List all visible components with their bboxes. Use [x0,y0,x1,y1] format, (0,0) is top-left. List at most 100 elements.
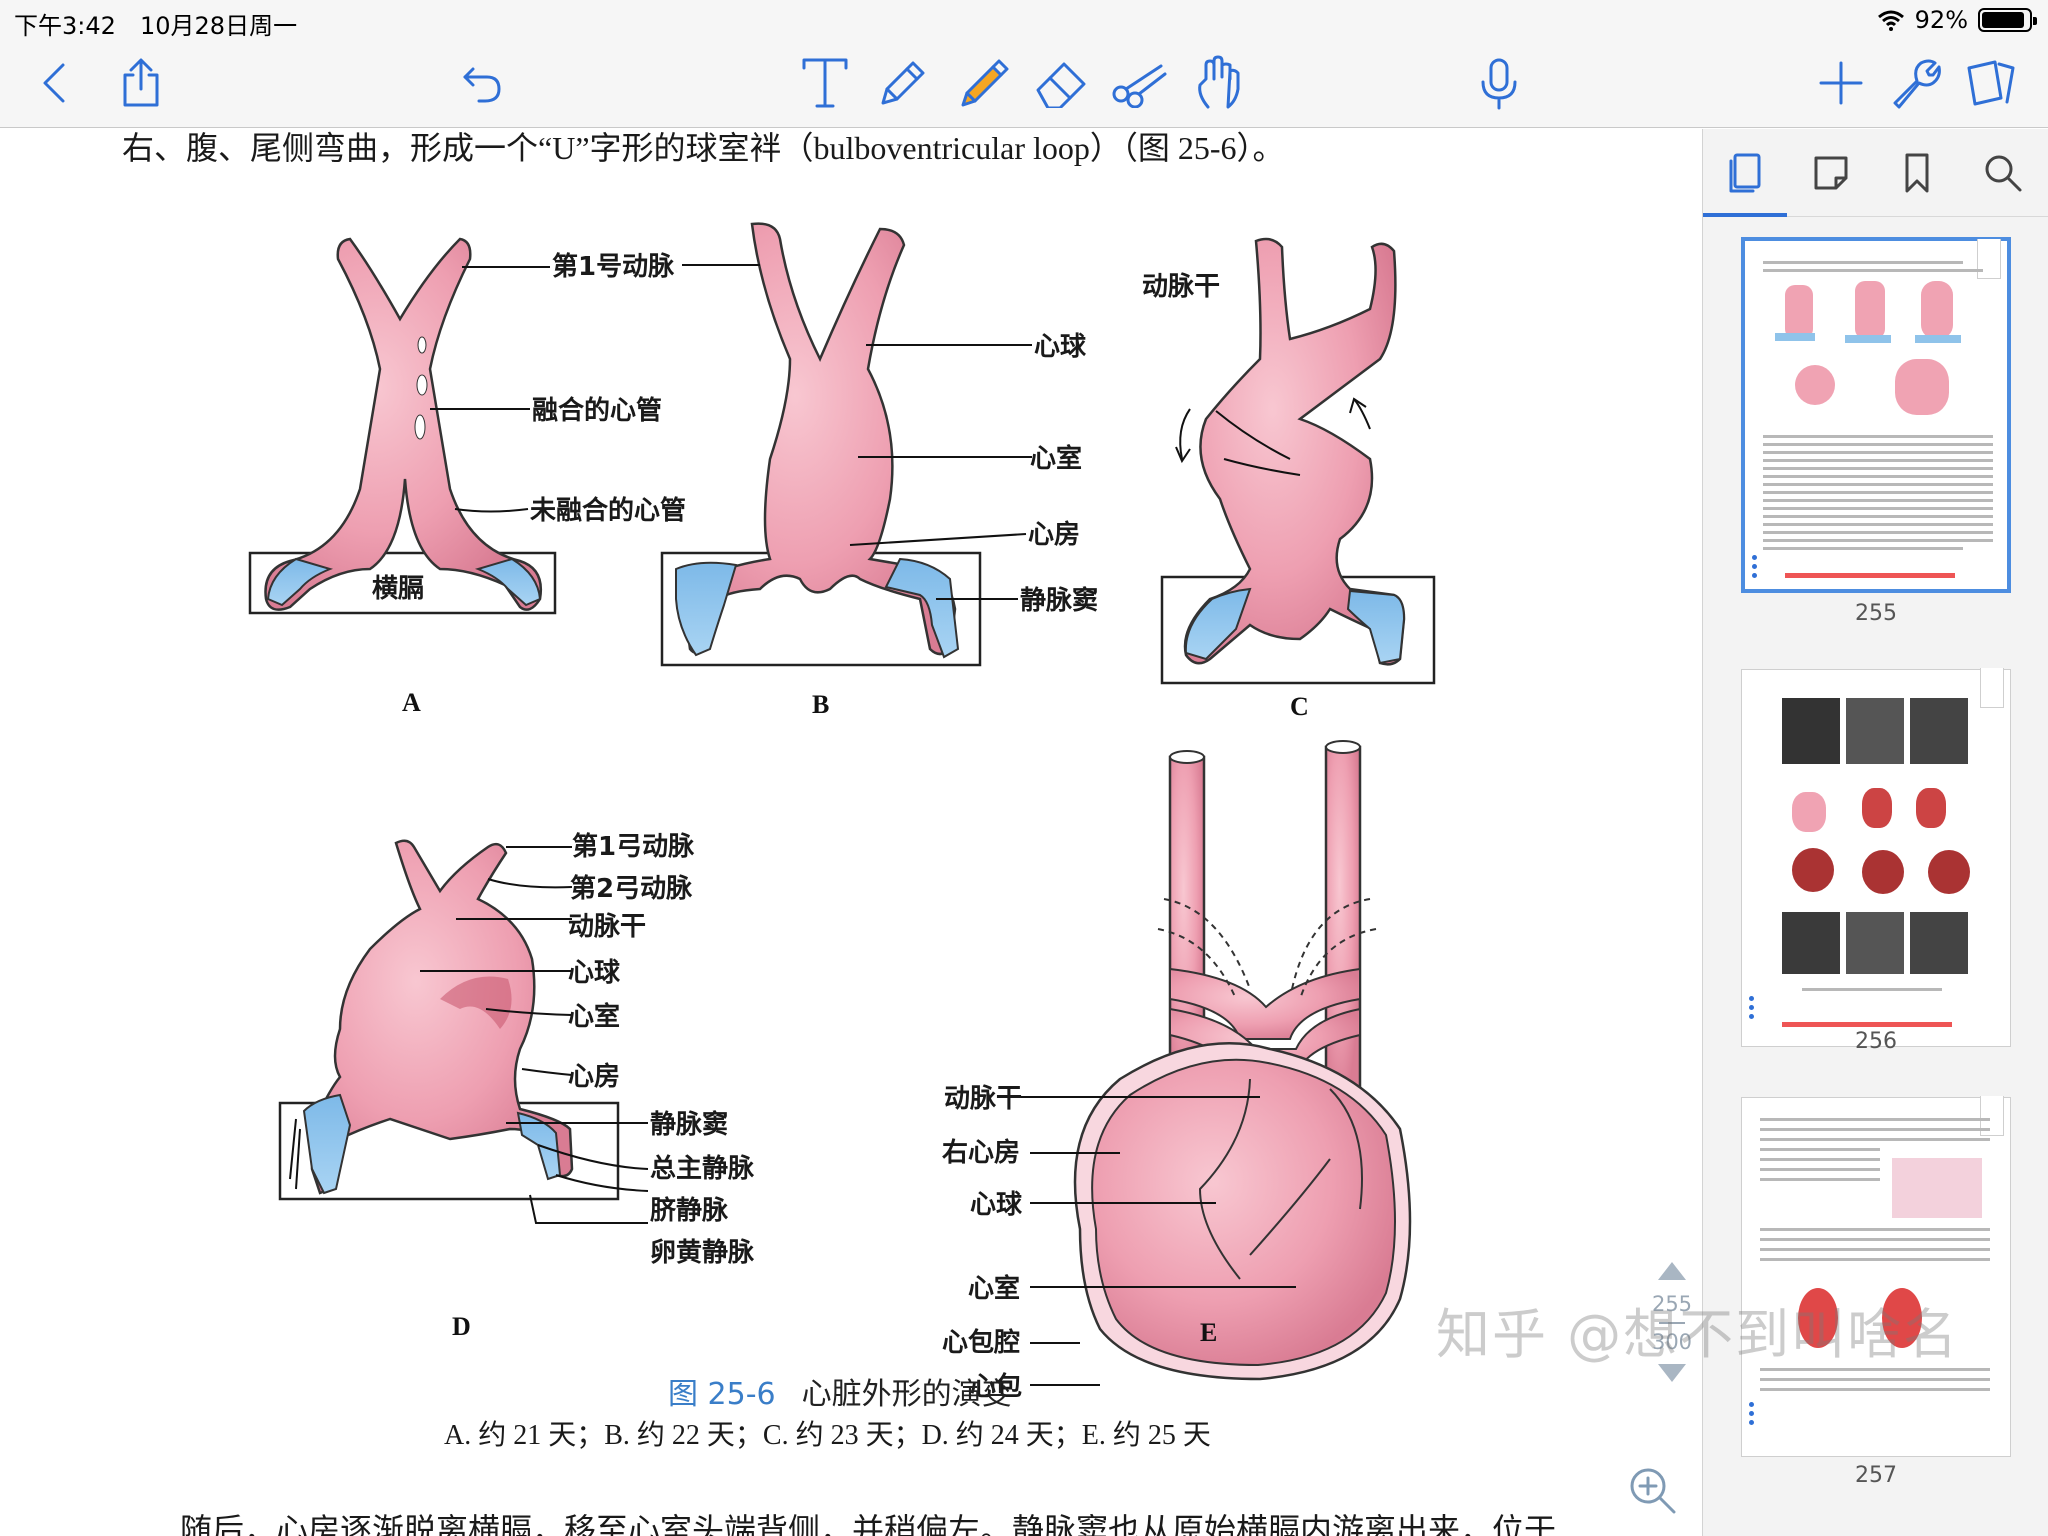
thumbnails-icon [1729,153,1761,193]
eraser-icon [1036,62,1086,108]
panel-b-diagram [660,222,1032,667]
total-pages: 300 [1651,1330,1693,1354]
battery-level [1982,12,2025,28]
active-tab-indicator [1703,213,1787,217]
tab-bookmarks[interactable] [1887,143,1947,203]
label-d-first-arch-artery: 第1弓动脉 [572,831,695,862]
page-divider [1659,1322,1685,1324]
label-d-second-arch-artery: 第2弓动脉 [570,873,693,904]
highlighter-tool-button[interactable] [948,48,1018,118]
panel-letter-e: E [1200,1318,1217,1347]
eraser-tool-button[interactable] [1026,48,1096,118]
label-a-fused-heart-tube: 融合的心管 [532,395,662,426]
label-e-pericardial-cavity: 心包腔 [942,1327,1020,1358]
label-e-right-atrium: 右心房 [942,1138,1020,1168]
text-tool-button[interactable] [790,48,860,118]
status-time: 下午3:42 [14,12,116,40]
panel-letter-c: C [1290,692,1309,721]
back-icon [43,63,65,103]
undo-icon [463,67,501,103]
label-c-truncus-arteriosus: 动脉干 [1142,272,1220,302]
label-b-atrium: 心房 [1028,520,1080,550]
back-button[interactable] [20,48,90,118]
label-d-truncus-arteriosus: 动脉干 [568,912,646,942]
thumbnail-bookmark-icon[interactable] [1977,239,2001,279]
battery-icon [1978,8,2037,32]
label-a-first-aortic-arch: 第1号动脉 [552,251,675,282]
figure-caption-title: 图 25-6 心脏外形的演变 [668,1369,1012,1413]
page-down-icon[interactable] [1658,1364,1686,1382]
panel-a-diagram [248,237,557,615]
wifi-icon [1877,10,1904,31]
thumbnail-page-number: 255 [1855,601,1897,626]
wrench-icon [1893,59,1941,109]
page-thumbnail-257[interactable] [1741,1096,2011,1457]
tab-search[interactable] [1973,143,2033,203]
lasso-tool-button[interactable] [1106,48,1176,118]
tab-notes[interactable] [1801,143,1861,203]
panel-letter-a: A [402,688,421,717]
cards-icon [1967,60,2015,106]
figure-caption-subtitle: A. 约 21 天；B. 约 22 天；C. 约 23 天；D. 约 24 天；… [444,1420,1211,1451]
figure-number: 图 25-6 [668,1377,776,1412]
battery-percent: 92% [1914,6,1968,34]
label-d-common-cardinal-vein: 总主静脉 [650,1153,755,1184]
zoom-icon[interactable] [1626,1464,1678,1516]
share-icon [123,58,159,107]
pages-button[interactable] [1956,48,2026,118]
label-e-ventricle: 心室 [968,1273,1020,1304]
panel-letter-b: B [812,690,829,719]
label-d-vitelline-vein: 卵黄静脉 [650,1237,755,1268]
label-d-umbilical-vein: 脐静脉 [650,1195,729,1226]
thumbnail-menu-icon[interactable] [1746,1398,1756,1429]
status-bar: 下午3:42 10月28日周一 92% [0,0,2048,40]
scissors-icon [1112,64,1167,108]
text-tool-icon [802,58,848,108]
hand-icon [1198,55,1240,109]
toolbar [0,40,2048,128]
figure-25-6: 第1号动脉 融合的心管 未融合的心管 横膈 A 心球 心室 心房 静脉窦 B 动… [248,222,1436,1402]
page-navigator[interactable]: 255 300 [1640,1262,1704,1412]
microphone-icon [1481,58,1517,110]
thumbnail-menu-icon[interactable] [1749,551,1759,582]
figure-title: 心脏外形的演变 [801,1377,1012,1412]
status-date: 10月28日周一 [140,12,298,40]
thumbnail-bookmark-icon[interactable] [1980,668,2004,708]
page-thumbnail-255[interactable] [1741,237,2011,593]
plus-icon [1819,61,1863,105]
add-button[interactable] [1806,48,1876,118]
label-a-unfused-heart-tube: 未融合的心管 [530,495,686,526]
label-e-truncus-arteriosus: 动脉干 [944,1084,1022,1114]
page-up-icon[interactable] [1658,1262,1686,1280]
thumbnail-page-number: 257 [1855,1463,1897,1488]
label-b-bulbus-cordis: 心球 [1034,332,1087,362]
label-b-sinus-venosus: 静脉窦 [1020,585,1098,616]
label-d-atrium: 心房 [568,1062,620,1092]
sidebar-tabs [1703,129,2048,217]
page-thumbnail-256[interactable] [1741,668,2011,1047]
document-page[interactable]: 右、腹、尾侧弯曲，形成一个“U”字形的球室袢（bulboventricular … [0,129,1702,1536]
microphone-button[interactable] [1464,48,1534,118]
bookmark-icon [1905,153,1929,193]
share-button[interactable] [106,48,176,118]
label-d-ventricle: 心室 [568,1001,620,1032]
search-icon [1985,155,2022,192]
sidebar: 255 256 257 [1702,129,2048,1536]
paragraph-line-bottom: 随后，心房逐渐脱离横膈，移至心室头端背侧，并稍偏左。静脉窦也从原始横膈内游离出来… [180,1512,1557,1536]
pen-icon [881,61,925,105]
panel-c-diagram [1160,237,1436,685]
label-b-ventricle: 心室 [1030,443,1082,474]
highlighter-icon [961,59,1009,107]
hand-tool-button[interactable] [1184,48,1254,118]
status-indicators: 92% [1877,6,2037,34]
thumbnail-menu-icon[interactable] [1746,992,1756,1023]
tab-thumbnails[interactable] [1715,143,1775,203]
tools-button[interactable] [1880,48,1950,118]
panel-letter-d: D [452,1312,471,1341]
thumbnail-page-number: 256 [1855,1029,1897,1054]
pen-tool-button[interactable] [868,48,938,118]
label-d-sinus-venosus: 静脉窦 [650,1109,728,1140]
undo-button[interactable] [448,48,518,118]
current-page: 255 [1651,1292,1693,1316]
label-e-bulbus-cordis: 心球 [970,1190,1023,1220]
